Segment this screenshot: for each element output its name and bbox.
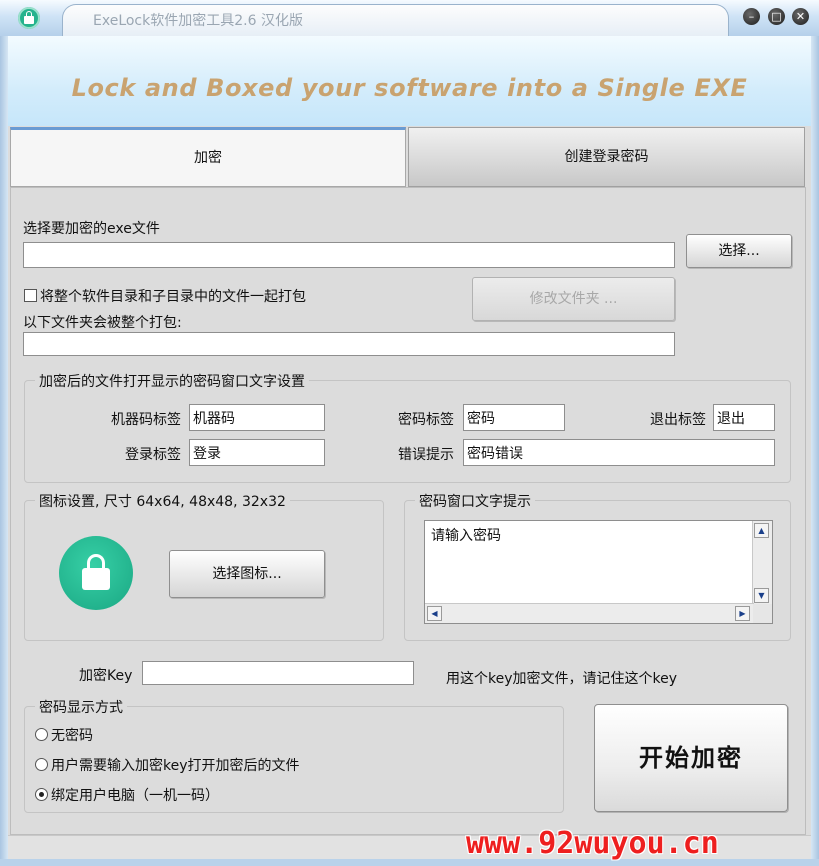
radio-bind-computer-label: 绑定用户电脑（一机一码） [51, 788, 219, 804]
site-watermark: www.92wuyou.cn [466, 826, 719, 861]
encrypt-key-hint: 用这个key加密文件，请记住这个key [446, 671, 678, 687]
password-tag-label: 密码标签 [398, 412, 454, 428]
pack-folder-label: 将整个软件目录和子目录中的文件一起打包 [40, 289, 306, 305]
start-encrypt-button[interactable]: 开始加密 [594, 704, 788, 812]
login-tag-label: 登录标签 [125, 447, 181, 463]
tab-create-login-password[interactable]: 创建登录密码 [408, 127, 805, 187]
tab-bar: 加密 创建登录密码 [10, 127, 806, 187]
exelock-window: ExeLock软件加密工具2.6 汉化版 – □ ✕ Lock and Boxe… [0, 0, 819, 866]
modify-folder-button[interactable]: 修改文件夹 ... [472, 277, 675, 321]
exe-file-label: 选择要加密的exe文件 [23, 221, 160, 237]
icon-settings-group-title: 图标设置, 尺寸 64x64, 48x48, 32x32 [35, 491, 290, 511]
lock-app-icon [18, 7, 40, 29]
banner: Lock and Boxed your software into a Sing… [8, 36, 811, 126]
prompt-text-group-title: 密码窗口文字提示 [415, 491, 535, 511]
machine-code-input[interactable]: 机器码 [189, 404, 325, 431]
close-icon[interactable]: ✕ [792, 8, 809, 25]
pack-folder-checkbox[interactable] [24, 289, 37, 302]
encrypt-key-input[interactable] [142, 661, 414, 685]
scroll-left-icon[interactable]: ◀ [427, 606, 442, 621]
display-mode-group-title: 密码显示方式 [35, 697, 127, 717]
browse-exe-button[interactable]: 选择... [686, 234, 792, 268]
prompt-vertical-scrollbar[interactable]: ▲ ▼ [752, 521, 772, 605]
minimize-icon[interactable]: – [743, 8, 760, 25]
error-prompt-input[interactable]: 密码错误 [463, 439, 775, 466]
radio-require-key[interactable] [35, 758, 48, 771]
window-frame-right [811, 36, 819, 866]
maximize-icon[interactable]: □ [768, 8, 785, 25]
pack-folder-path-label: 以下文件夹会被整个打包: [23, 315, 182, 331]
lock-icon [59, 536, 133, 610]
scroll-down-icon[interactable]: ▼ [754, 588, 769, 603]
password-window-text-group: 加密后的文件打开显示的密码窗口文字设置 [24, 371, 791, 483]
exit-tag-label: 退出标签 [650, 412, 706, 428]
title-bar[interactable]: ExeLock软件加密工具2.6 汉化版 – □ ✕ [0, 0, 819, 37]
machine-code-label: 机器码标签 [111, 412, 181, 428]
tab-encrypt[interactable]: 加密 [10, 127, 406, 187]
radio-require-key-label: 用户需要输入加密key打开加密后的文件 [51, 758, 300, 774]
password-tag-input[interactable]: 密码 [463, 404, 565, 431]
scrollbar-corner [753, 604, 772, 623]
radio-no-password-label: 无密码 [51, 728, 93, 744]
prompt-textarea[interactable]: 请输入密码 ▲ ▼ ◀ ▶ [424, 520, 773, 624]
error-prompt-label: 错误提示 [398, 447, 454, 463]
scroll-right-icon[interactable]: ▶ [735, 606, 750, 621]
scroll-up-icon[interactable]: ▲ [754, 523, 769, 538]
pack-folder-input[interactable] [23, 332, 675, 356]
prompt-horizontal-scrollbar[interactable]: ◀ ▶ [425, 603, 754, 623]
window-title: ExeLock软件加密工具2.6 汉化版 [93, 13, 303, 29]
prompt-text: 请输入密码 [431, 528, 501, 544]
radio-bind-computer[interactable] [35, 788, 48, 801]
encrypt-key-label: 加密Key [79, 668, 133, 684]
login-tag-input[interactable]: 登录 [189, 439, 325, 466]
radio-no-password[interactable] [35, 728, 48, 741]
exe-file-input[interactable] [23, 242, 675, 268]
choose-icon-button[interactable]: 选择图标... [169, 550, 325, 598]
window-frame-left [0, 36, 8, 866]
password-window-group-title: 加密后的文件打开显示的密码窗口文字设置 [35, 371, 309, 391]
exit-tag-input[interactable]: 退出 [713, 404, 775, 431]
banner-slogan: Lock and Boxed your software into a Sing… [71, 74, 748, 102]
